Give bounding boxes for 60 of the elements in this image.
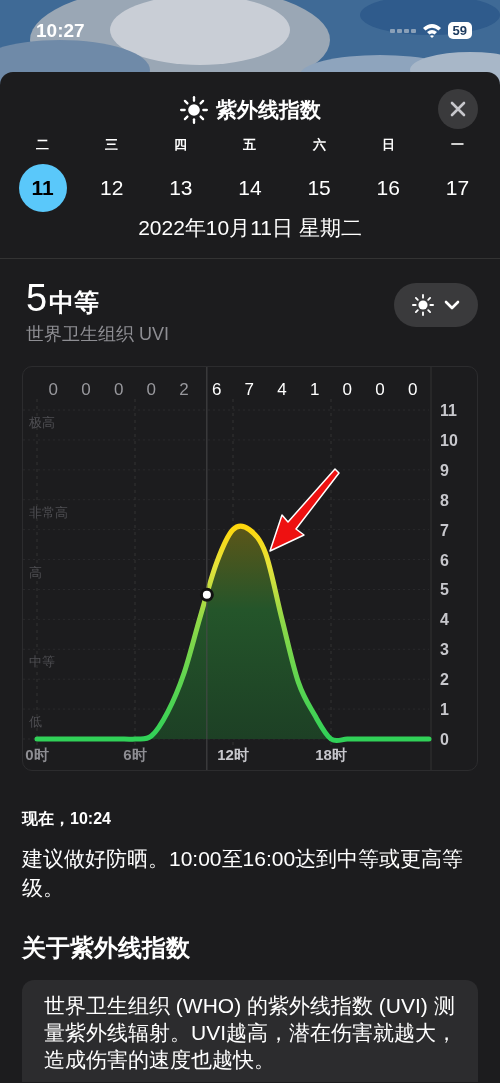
uv-category: 中等 [49, 287, 100, 318]
date-button[interactable]: 11 [18, 164, 67, 212]
selected-date: 2022年10月11日 星期二 [137, 215, 363, 241]
hourly-peak: 0 [48, 380, 59, 399]
weekday-label: 六 [312, 136, 326, 154]
weekday-label: 三 [105, 136, 119, 154]
y-tick-label: 8 [440, 491, 449, 509]
weekday-label: 五 [243, 136, 257, 154]
close-button[interactable] [438, 89, 478, 129]
uv-source: 世界卫生组织 UVI [26, 323, 169, 346]
hourly-peak: 0 [342, 380, 353, 399]
y-tick-label: 3 [440, 641, 449, 659]
y-tick-label: 5 [440, 581, 449, 599]
hourly-peak: 0 [113, 380, 124, 399]
y-tick-label: 6 [440, 551, 449, 569]
x-tick-label: 18时 [315, 746, 347, 763]
date-button[interactable]: 12 [87, 164, 136, 212]
y-tick-label: 0 [440, 731, 449, 748]
hourly-peak: 1 [309, 380, 320, 399]
uv-advice: 建议做好防晒。10:00至16:00达到中等或更高等级。 [22, 846, 465, 901]
date-button[interactable]: 16 [364, 164, 413, 212]
y-tick-label: 7 [440, 521, 449, 539]
hourly-peak: 0 [407, 380, 418, 399]
weekday-label: 四 [174, 136, 188, 154]
y-tick-label: 1 [440, 701, 449, 719]
hourly-peak: 0 [81, 380, 91, 399]
x-tick-label: 0时 [25, 746, 49, 763]
status-time: 10:27 [36, 20, 85, 42]
date-button[interactable]: 15 [295, 164, 344, 212]
date-button[interactable]: 17 [433, 164, 482, 212]
hourly-peak: 0 [375, 380, 385, 399]
sheet-title: 紫外线指数 [215, 97, 321, 123]
about-text: 世界卫生组织 (WHO) 的紫外线指数 (UVI) 测量紫外线辐射。UVI越高，潜在伤害就越大，造成伤害的速度也越快。 [22, 980, 478, 1082]
signal-icon [389, 26, 416, 35]
current-time-label: 现在，10:24 [22, 809, 112, 829]
y-tick-label: 4 [440, 611, 449, 629]
date-button[interactable]: 14 [226, 164, 274, 212]
hourly-peak: 2 [179, 380, 189, 399]
chevron-down-icon [444, 300, 460, 310]
metric-dropdown[interactable] [394, 283, 478, 327]
date-button[interactable]: 13 [156, 164, 205, 212]
sun-icon [412, 294, 434, 316]
section-heading: 关于紫外线指数 [22, 933, 191, 963]
uv-value: 5 [26, 277, 48, 320]
weekday-label: 日 [381, 136, 395, 154]
y-tick-label: 10 [440, 431, 458, 449]
sun-icon [179, 96, 208, 124]
hourly-peak: 7 [244, 380, 255, 399]
wifi-icon [421, 23, 442, 38]
y-tick-label: 9 [440, 461, 449, 479]
y-tick-label: 11 [440, 402, 457, 419]
hourly-peak: 6 [211, 380, 222, 399]
hourly-peak: 4 [277, 380, 287, 399]
x-tick-label: 12时 [217, 746, 249, 763]
weekday-label: 一 [450, 136, 464, 154]
x-tick-label: 6时 [123, 746, 147, 763]
weekday-label: 二 [36, 136, 50, 154]
y-tick-label: 2 [440, 671, 449, 689]
close-icon [450, 101, 466, 117]
hourly-peak: 0 [146, 380, 157, 399]
